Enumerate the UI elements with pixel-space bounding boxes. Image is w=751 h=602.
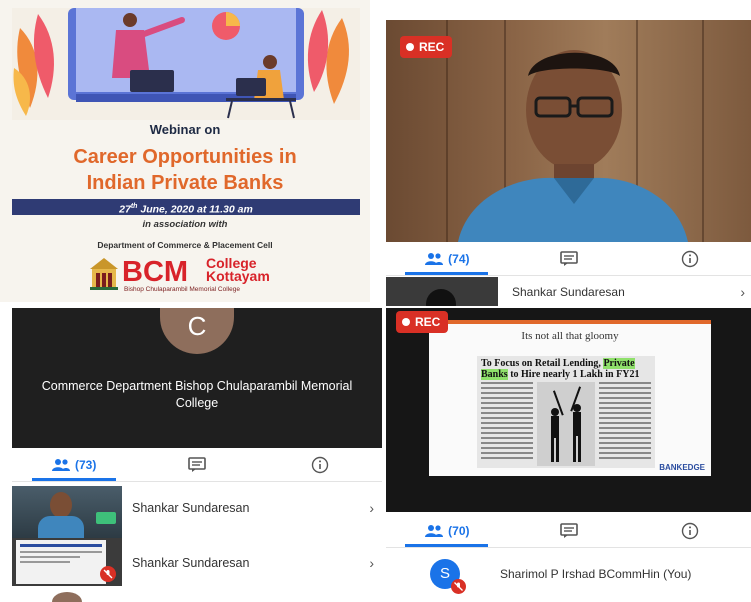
participant-row[interactable]: Shankar Sundaresan › — [132, 551, 382, 575]
tab-info[interactable] — [629, 242, 751, 275]
screen-share-area: Its not all that gloomy To Focus on Reta… — [386, 308, 751, 512]
meeting-tabs: (74) — [386, 242, 751, 276]
chevron-right-icon: › — [369, 500, 374, 516]
info-icon — [681, 250, 699, 267]
recording-badge: REC — [396, 311, 449, 333]
host-video-off: C Commerce Department Bishop Chulaparamb… — [12, 308, 382, 448]
background-line — [702, 20, 704, 242]
avatar — [426, 289, 456, 306]
info-icon — [681, 522, 699, 539]
chevron-right-icon: › — [740, 283, 745, 300]
call-screen-top-right: REC (74) Shankar Sundaresan › — [386, 20, 751, 306]
meeting-tabs: (70) — [386, 514, 751, 548]
tab-chat[interactable] — [508, 242, 630, 275]
participant-video-thumbnail — [12, 486, 122, 586]
avatar: C — [160, 308, 234, 354]
participant-count: (73) — [74, 457, 97, 472]
logo-bcm: BCM — [122, 256, 189, 288]
shared-slide: Its not all that gloomy To Focus on Reta… — [429, 320, 711, 476]
chevron-right-icon: › — [369, 555, 374, 571]
participant-count: (74) — [448, 251, 470, 266]
webinar-title: Career Opportunities in Indian Private B… — [73, 146, 297, 194]
chat-icon — [559, 250, 578, 266]
people-icon — [425, 252, 444, 265]
participant-count: (70) — [448, 523, 470, 538]
association-text: in association with — [142, 219, 228, 230]
tab-participants[interactable]: (73) — [12, 448, 135, 481]
participant-name: Shankar Sundaresan — [132, 556, 250, 570]
tab-chat[interactable] — [135, 448, 258, 481]
department-text: Department of Commerce & Placement Cell — [97, 240, 273, 250]
tab-participants[interactable]: (74) — [386, 242, 508, 275]
logo-kottayam: Kottayam — [206, 268, 270, 284]
audio-level-icon — [96, 512, 116, 524]
record-dot-icon — [406, 43, 414, 51]
people-icon — [51, 458, 70, 471]
call-screen-bottom-left: C Commerce Department Bishop Chulaparamb… — [12, 308, 382, 602]
recording-badge: REC — [400, 36, 453, 58]
call-screen-bottom-right: Its not all that gloomy To Focus on Reta… — [386, 308, 751, 602]
meeting-tabs: (73) — [12, 448, 382, 482]
avatar: S — [430, 559, 466, 594]
participant-name: Shankar Sundaresan — [512, 284, 625, 299]
poster-illustration — [12, 8, 360, 120]
clipping-headline: To Focus on Retail Lending, Private Bank… — [481, 358, 640, 380]
speaker-head — [50, 492, 72, 518]
info-icon — [312, 456, 329, 473]
chat-icon — [559, 522, 578, 538]
webinar-label: Webinar on — [149, 122, 221, 137]
avatar — [52, 592, 82, 602]
record-dot-icon — [402, 318, 410, 326]
college-logo: BCM College Kottayam Bishop Chulaparambi… — [88, 255, 288, 299]
participant-name: Shankar Sundaresan — [132, 501, 250, 515]
date-band: 27th June, 2020 at 11.30 am — [12, 199, 360, 216]
tab-info[interactable] — [629, 514, 751, 547]
participant-name: Sharimol P Irshad BCommHin (You) — [500, 567, 692, 581]
mic-off-icon — [100, 566, 116, 582]
webinar-poster: Webinar on Career Opportunities in India… — [0, 0, 370, 302]
participant-row[interactable]: Shankar Sundaresan › — [132, 496, 382, 520]
participant-thumbnail — [386, 277, 498, 306]
clipping-body — [481, 382, 651, 466]
people-icon — [425, 524, 444, 537]
logo-subtitle: Bishop Chulaparambil Memorial College — [124, 286, 240, 293]
tab-info[interactable] — [259, 448, 382, 481]
college-emblem-icon — [90, 258, 118, 290]
slide-title: Its not all that gloomy — [521, 330, 619, 342]
newspaper-clipping: To Focus on Retail Lending, Private Bank… — [477, 356, 655, 468]
shared-slide-thumbnail — [16, 540, 106, 584]
chat-icon — [188, 456, 206, 472]
participant-caption: Commerce Department Bishop Chulaparambil… — [41, 379, 353, 410]
speaker-shirt — [38, 516, 84, 538]
speaker-figure — [458, 50, 688, 242]
tab-chat[interactable] — [508, 514, 630, 547]
slide-accent-bar — [429, 320, 711, 324]
participant-row[interactable]: Shankar Sundaresan › — [386, 277, 751, 306]
tab-participants[interactable]: (70) — [386, 514, 508, 547]
participant-row-self[interactable]: S Sharimol P Irshad BCommHin (You) — [386, 552, 751, 596]
slide-brand-logo: BANKEDGE — [659, 463, 705, 472]
mic-off-icon — [451, 579, 466, 594]
